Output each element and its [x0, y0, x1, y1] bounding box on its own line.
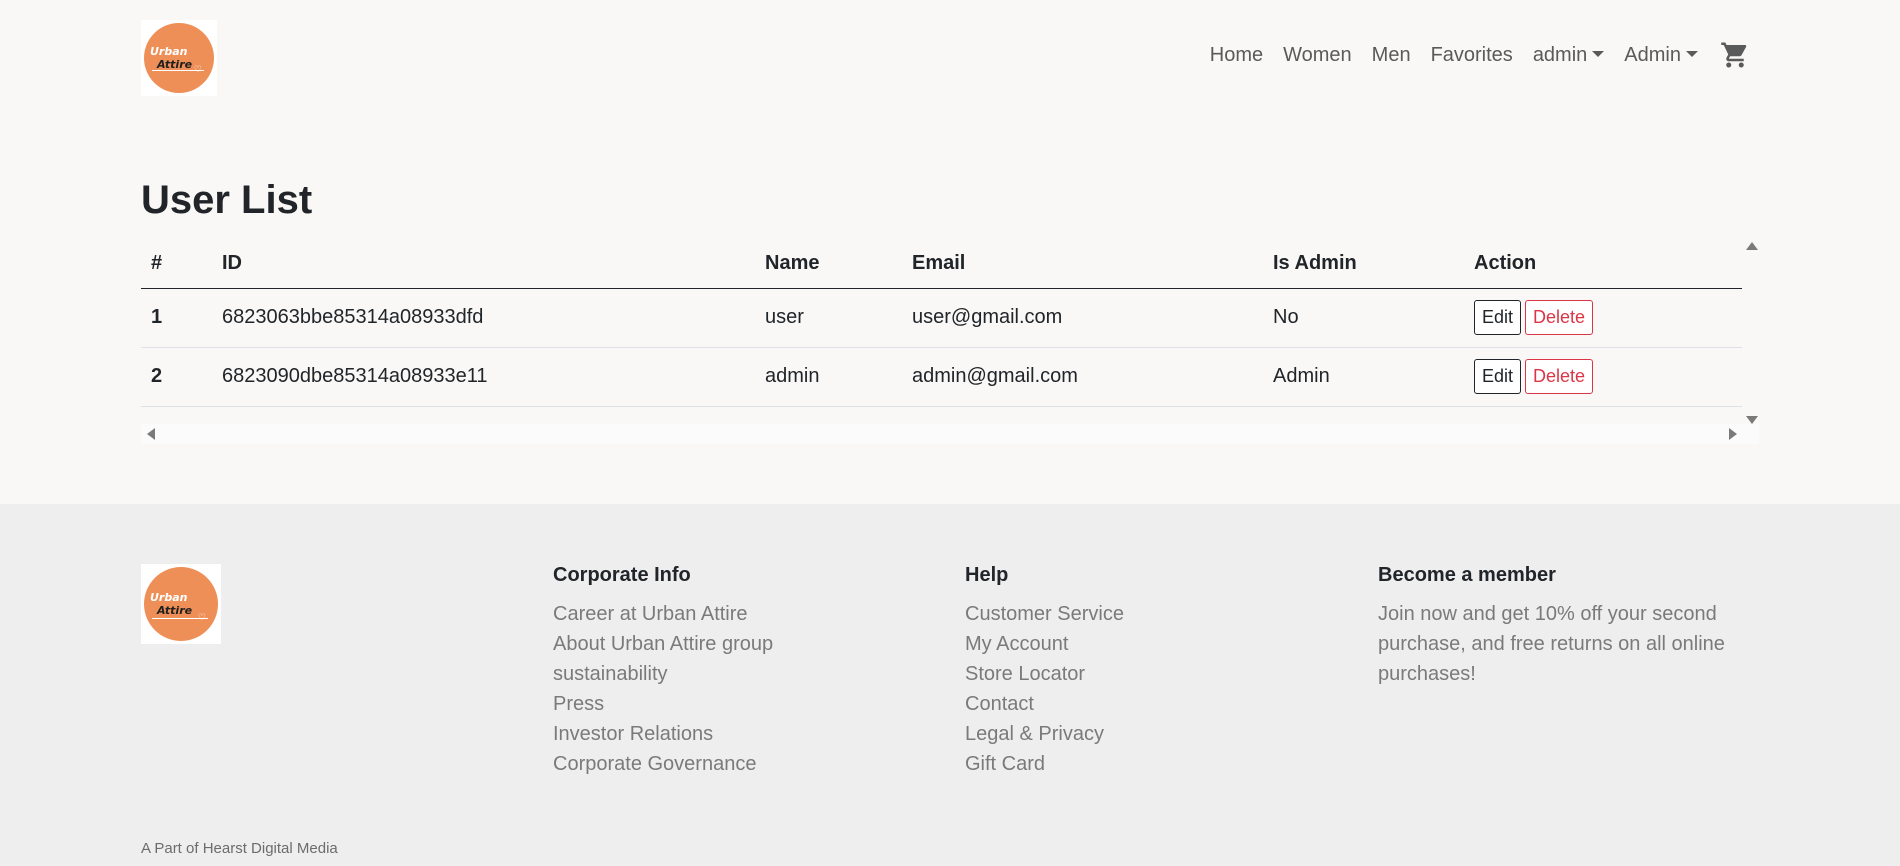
user-dropdown[interactable]: admin	[1532, 43, 1605, 67]
footer-corporate-column: Corporate Info Career at Urban Attire Ab…	[553, 564, 773, 779]
user-name: admin	[755, 347, 902, 407]
column-header-name: Name	[755, 238, 902, 289]
table-row: 2 6823090dbe85314a08933e11 admin admin@g…	[141, 347, 1742, 407]
brand-logo[interactable]: Urban Attire ♡	[141, 20, 217, 96]
user-table: # ID Name Email Is Admin Action 1 682306…	[141, 238, 1742, 407]
footer: Urban Attire ♡ Corporate Info Career at …	[0, 504, 1900, 866]
row-number: 1	[141, 288, 212, 348]
user-is-admin: Admin	[1263, 347, 1464, 407]
column-header-number: #	[141, 238, 212, 289]
logo-text-line1: Urban	[150, 591, 188, 604]
main-nav: Home Women Men Favorites admin Admin	[1190, 40, 1750, 70]
page-title: User List	[141, 178, 313, 222]
footer-link-gift-card[interactable]: Gift Card	[965, 749, 1124, 779]
table-row: 1 6823063bbe85314a08933dfd user user@gma…	[141, 288, 1742, 348]
admin-dropdown[interactable]: Admin	[1624, 44, 1698, 67]
footer-link-store-locator[interactable]: Store Locator	[965, 659, 1124, 689]
footer-link-corporate-governance[interactable]: Corporate Governance	[553, 749, 773, 779]
edit-button[interactable]: Edit	[1474, 359, 1522, 394]
user-id: 6823090dbe85314a08933e11	[212, 347, 755, 407]
member-text: Join now and get 10% off your second pur…	[1378, 603, 1725, 685]
admin-dropdown-label: Admin	[1624, 43, 1681, 66]
scroll-right-arrow-icon[interactable]	[1729, 428, 1737, 440]
footer-help-column: Help Customer Service My Account Store L…	[965, 564, 1124, 779]
logo-badge: Urban Attire ♡	[144, 567, 218, 641]
footer-member-column: Become a member Join now and get 10% off…	[1378, 564, 1738, 689]
nav-women[interactable]: Women	[1283, 44, 1352, 67]
scroll-up-arrow-icon[interactable]	[1746, 242, 1758, 250]
user-name: user	[755, 288, 902, 348]
heart-icon: ♡	[197, 612, 206, 622]
column-header-is-admin: Is Admin	[1263, 238, 1464, 289]
scroll-left-arrow-icon[interactable]	[147, 428, 155, 440]
footer-link-sustainability[interactable]: sustainability	[553, 659, 773, 689]
footer-link-press[interactable]: Press	[553, 689, 773, 719]
delete-button[interactable]: Delete	[1525, 300, 1594, 335]
table-header-row: # ID Name Email Is Admin Action	[141, 238, 1742, 289]
column-header-email: Email	[902, 238, 1263, 289]
footer-logo[interactable]: Urban Attire ♡	[141, 564, 221, 644]
delete-button[interactable]: Delete	[1525, 359, 1594, 394]
row-actions: Edit Delete	[1464, 288, 1742, 348]
nav-favorites[interactable]: Favorites	[1431, 44, 1513, 67]
user-table-container: # ID Name Email Is Admin Action 1 682306…	[141, 238, 1759, 444]
logo-badge: Urban Attire ♡	[144, 23, 214, 93]
heart-icon: ♡	[193, 64, 202, 74]
user-dropdown-label: admin	[1532, 43, 1588, 66]
corporate-heading: Corporate Info	[553, 564, 691, 586]
user-email: admin@gmail.com	[902, 347, 1263, 407]
scroll-down-arrow-icon[interactable]	[1746, 416, 1758, 424]
help-heading: Help	[965, 564, 1009, 586]
user-email: user@gmail.com	[902, 288, 1263, 348]
logo-text-line1: Urban	[150, 45, 188, 58]
footer-link-about[interactable]: About Urban Attire group	[553, 629, 773, 659]
caret-down-icon	[1686, 51, 1698, 57]
column-header-id: ID	[212, 238, 755, 289]
row-number: 2	[141, 347, 212, 407]
copyright-text: A Part of Hearst Digital Media	[141, 840, 338, 857]
user-is-admin: No	[1263, 288, 1464, 348]
shopping-cart-icon[interactable]	[1720, 40, 1750, 70]
nav-men[interactable]: Men	[1372, 44, 1411, 67]
horizontal-scrollbar[interactable]	[141, 424, 1759, 444]
user-id: 6823063bbe85314a08933dfd	[212, 288, 755, 348]
footer-link-legal-privacy[interactable]: Legal & Privacy	[965, 719, 1124, 749]
nav-home[interactable]: Home	[1210, 44, 1263, 67]
caret-down-icon	[1592, 51, 1605, 57]
member-heading: Become a member	[1378, 564, 1556, 586]
table-scroll-area: # ID Name Email Is Admin Action 1 682306…	[141, 238, 1742, 424]
footer-link-customer-service[interactable]: Customer Service	[965, 599, 1124, 629]
footer-link-career[interactable]: Career at Urban Attire	[553, 599, 773, 629]
logo-text-line2: Attire	[157, 604, 193, 617]
footer-link-contact[interactable]: Contact	[965, 689, 1124, 719]
edit-button[interactable]: Edit	[1474, 300, 1522, 335]
footer-link-investor-relations[interactable]: Investor Relations	[553, 719, 773, 749]
column-header-action: Action	[1464, 238, 1742, 289]
footer-link-my-account[interactable]: My Account	[965, 629, 1124, 659]
vertical-scrollbar[interactable]	[1742, 238, 1759, 424]
row-actions: Edit Delete	[1464, 347, 1742, 407]
navbar: Urban Attire ♡ Home Women Men Favorites …	[0, 0, 1900, 118]
